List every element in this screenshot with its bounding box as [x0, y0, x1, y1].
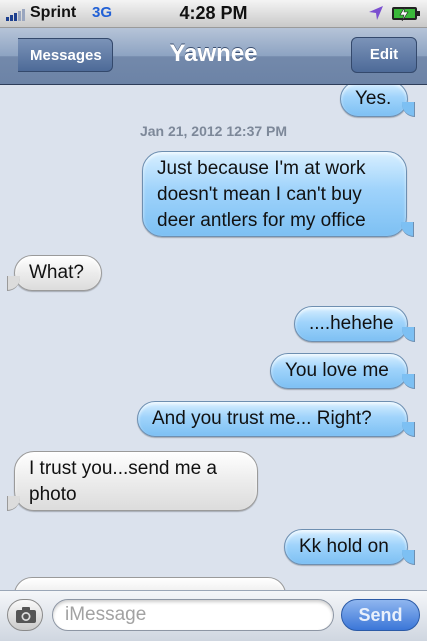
status-bar: Sprint 3G 4:28 PM [0, 0, 427, 28]
navigation-bar: Messages Yawnee Edit [0, 28, 427, 85]
send-button[interactable]: Send [341, 599, 420, 631]
message-text-line: deer antlers for my office [157, 210, 366, 231]
message-bubble-outgoing[interactable]: Kk hold on [284, 529, 415, 565]
message-bubble-outgoing[interactable]: Yes. [340, 85, 415, 117]
message-text-line: Just because I'm at work [157, 158, 366, 179]
message-bubble-incoming-partial[interactable] [14, 577, 286, 590]
message-text-line: photo [29, 484, 77, 505]
message-text: What? [29, 262, 84, 283]
camera-button[interactable] [7, 599, 43, 631]
message-bubble-outgoing[interactable]: And you trust me... Right? [137, 401, 415, 437]
imessage-input[interactable]: iMessage [52, 599, 334, 631]
location-arrow-icon [369, 6, 383, 20]
message-text-line: doesn't mean I can't buy [157, 184, 362, 205]
battery-charging-icon [392, 7, 420, 21]
message-bubble-outgoing[interactable]: ....hehehe [294, 306, 415, 342]
edit-button[interactable]: Edit [351, 37, 417, 73]
message-bubble-outgoing[interactable]: You love me [270, 353, 415, 389]
message-bubble-incoming[interactable]: I trust you...send me a photo [7, 451, 258, 511]
message-bubble-outgoing[interactable]: Just because I'm at work doesn't mean I … [142, 151, 414, 237]
message-input-bar: iMessage Send [0, 590, 427, 641]
message-text: And you trust me... Right? [152, 408, 372, 429]
message-timestamp: Jan 21, 2012 12:37 PM [139, 123, 288, 139]
camera-icon [16, 607, 36, 623]
message-text: Yes. [355, 88, 392, 109]
message-text-line: I trust you...send me a [29, 458, 217, 479]
conversation-view[interactable]: Yes. Jan 21, 2012 12:37 PM Just because … [0, 85, 427, 590]
message-bubble-incoming[interactable]: What? [7, 255, 102, 291]
message-text: Kk hold on [299, 536, 389, 557]
message-text: You love me [285, 360, 389, 381]
message-text: ....hehehe [309, 313, 394, 334]
status-time: 4:28 PM [179, 3, 248, 23]
